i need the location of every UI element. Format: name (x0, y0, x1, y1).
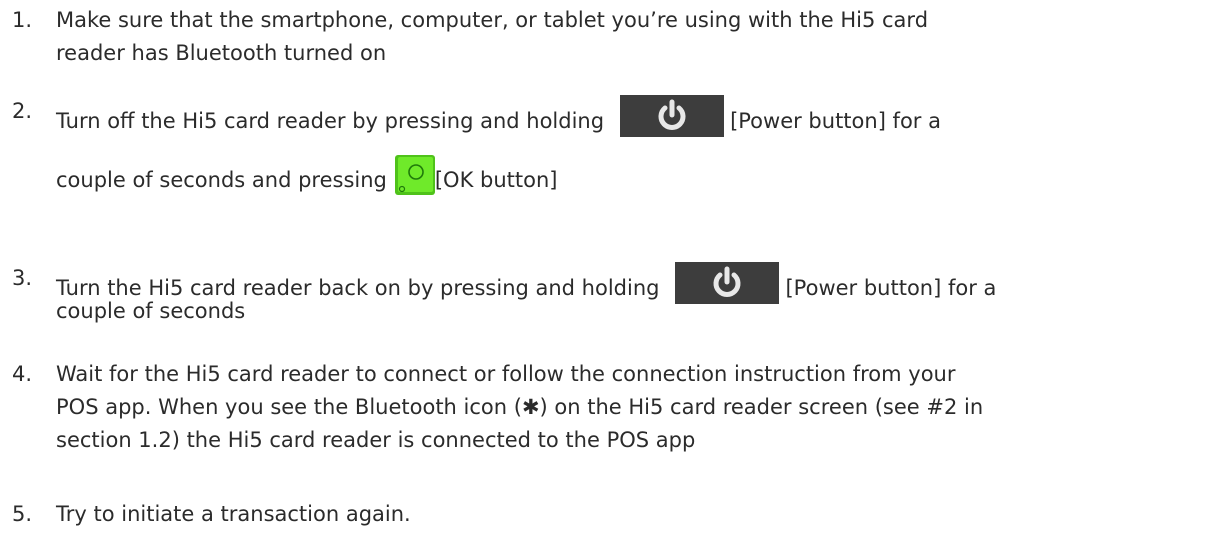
ok-button-icon (394, 155, 435, 195)
step-number: 5. (12, 502, 33, 526)
step-text: [Power button] for a (785, 276, 997, 300)
power-button-image (620, 95, 725, 137)
step-text: Turn off the Hi5 card reader by pressing… (56, 109, 605, 133)
step-text-line: Turn the Hi5 card reader back on by pres… (56, 262, 1200, 304)
step-text: [Power button] for a (730, 109, 941, 133)
step-text: couple of seconds and pressing (56, 168, 387, 192)
ok-button-image (394, 155, 435, 195)
step-number: 3. (12, 266, 33, 290)
step-number: 4. (12, 362, 33, 386)
step-number: 2. (12, 99, 33, 123)
step-text-line: section 1.2) the Hi5 card reader is conn… (56, 428, 696, 452)
step-text-line: reader has Bluetooth turned on (56, 41, 387, 65)
step-text-line: POS app. When you see the Bluetooth icon… (56, 395, 984, 419)
step-text-line: Try to initiate a transaction again. (56, 502, 411, 526)
step-text-line: couple of seconds and pressing [OK button… (56, 155, 1200, 195)
step-number: 1. (12, 8, 33, 32)
step-text: [OK button] (434, 168, 558, 192)
step-text-line: Turn off the Hi5 card reader by pressing… (56, 95, 1200, 137)
power-button-image (675, 262, 780, 304)
power-icon (658, 99, 686, 130)
power-icon (714, 266, 741, 297)
step-text-line: Wait for the Hi5 card reader to connect … (56, 362, 956, 386)
step-text-line: Make sure that the smartphone, computer,… (56, 8, 929, 32)
